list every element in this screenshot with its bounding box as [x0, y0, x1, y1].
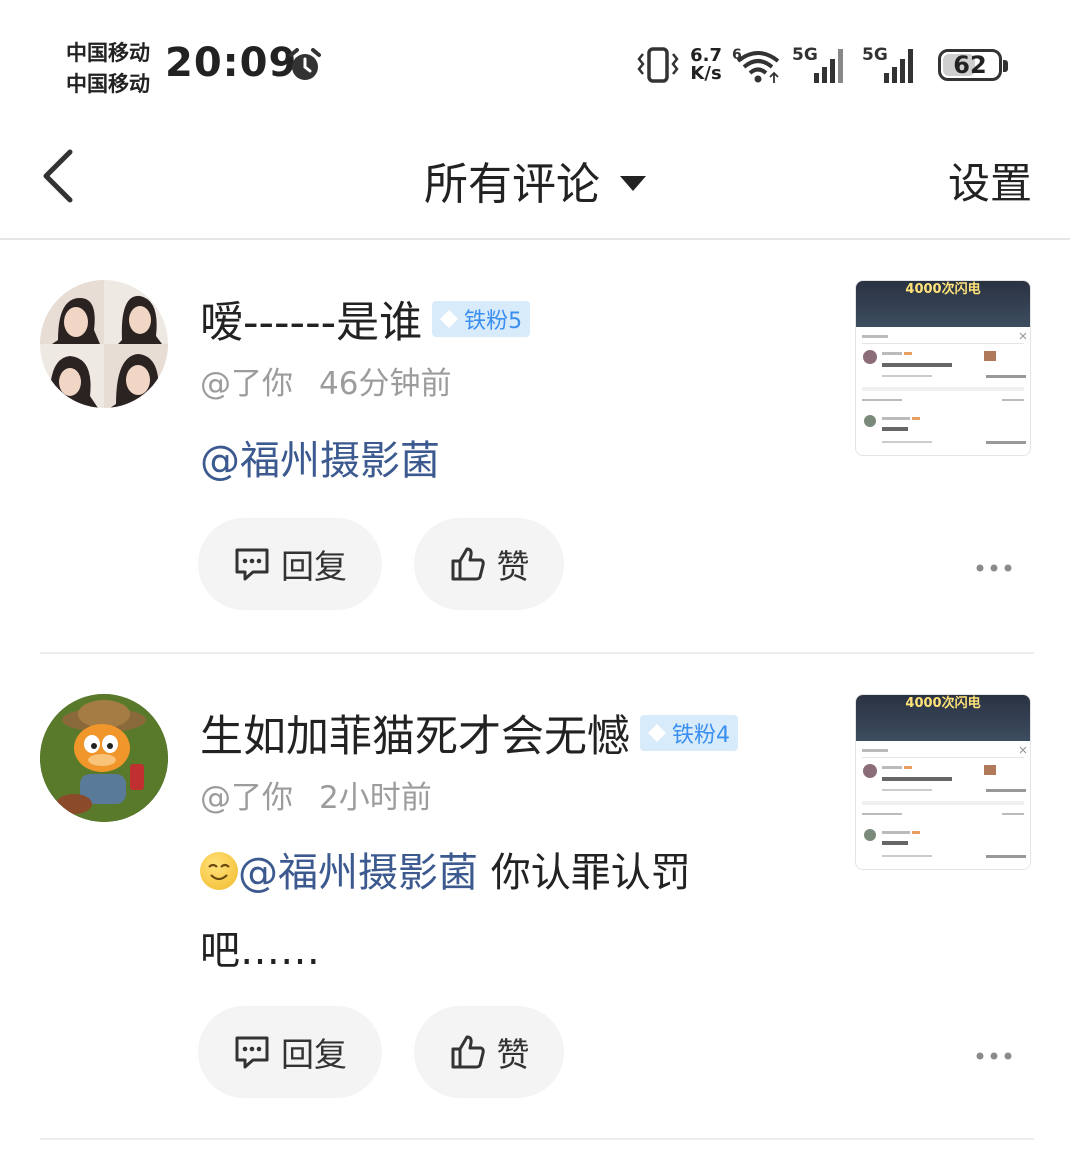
diamond-icon	[440, 310, 459, 328]
status-bar: 中国移动 中国移动 20:09 6.7 K/s 6 5G 5G 62	[0, 0, 1070, 120]
comment-bubble-icon	[235, 1036, 269, 1069]
comment-body: @福州摄影菌 你认罪认罚 吧……	[200, 834, 691, 990]
comment-filter-dropdown[interactable]: 所有评论	[0, 148, 1070, 212]
like-button[interactable]: 赞	[414, 518, 564, 610]
mention-note: @了你	[200, 366, 293, 402]
avatar[interactable]	[40, 280, 168, 408]
comment-item: 生如加菲猫死才会无憾 铁粉4 @了你 2小时前 @福州摄影菌 你认罪认罚 吧…… …	[0, 654, 1070, 1140]
thumbnail-banner: 4000次闪电	[856, 695, 1030, 741]
comment-line-1: @福州摄影菌 你认罪认罚	[200, 834, 691, 912]
thumbnail-banner: 4000次闪电	[856, 281, 1030, 327]
signal-icon	[814, 49, 843, 83]
comment-username[interactable]: 生如加菲猫死才会无憾 铁粉4	[200, 702, 738, 764]
avatar[interactable]	[40, 694, 168, 822]
signal-icon-2: 5G	[862, 45, 922, 85]
fan-badge: 铁粉5	[432, 301, 531, 337]
comment-time: 46分钟前	[319, 366, 452, 402]
net-speed: 6.7 K/s	[690, 47, 722, 83]
thumbs-up-icon	[451, 1035, 485, 1069]
like-label: 赞	[496, 1035, 530, 1074]
reply-button[interactable]: 回复	[198, 518, 382, 610]
page-title: 所有评论	[424, 159, 600, 210]
settings-button[interactable]: 设置	[948, 150, 1032, 211]
thumbnail-caption: 4000次闪电	[905, 696, 981, 711]
smile-emoji-icon	[200, 852, 238, 890]
net-speed-unit: K/s	[690, 63, 722, 84]
fan-badge-label: 铁粉4	[672, 723, 730, 748]
status-icons: 6.7 K/s 6 5G 5G 62	[636, 42, 1008, 88]
fan-badge-label: 铁粉5	[464, 309, 523, 334]
dropdown-caret-icon	[620, 175, 646, 191]
reply-button[interactable]: 回复	[198, 1006, 382, 1098]
diamond-icon	[648, 724, 666, 742]
mention-note: @了你	[200, 780, 293, 816]
vibrate-icon	[637, 47, 679, 83]
reply-label: 回复	[281, 547, 347, 586]
alarm-icon	[289, 48, 321, 80]
mention-link[interactable]: @福州摄影菌	[200, 438, 440, 484]
post-thumbnail[interactable]: 4000次闪电	[855, 280, 1031, 456]
comment-bubble-icon	[235, 548, 269, 581]
like-button[interactable]: 赞	[414, 1006, 564, 1098]
thumbnail-caption: 4000次闪电	[905, 282, 981, 297]
mention-link[interactable]: @福州摄影菌	[238, 850, 478, 896]
reply-label: 回复	[281, 1035, 347, 1074]
thumbnail-preview	[856, 741, 1030, 869]
carrier-labels: 中国移动 中国移动	[66, 38, 150, 100]
comment-text: 你认罪认罚	[478, 850, 691, 896]
signal-icon-1: 5G	[792, 45, 852, 85]
battery-icon: 62	[938, 49, 1008, 81]
username-text: 生如加菲猫死才会无憾	[200, 712, 630, 762]
clock: 20:09	[165, 40, 298, 86]
wifi-icon: 6	[732, 47, 780, 83]
nav-bar: 所有评论 设置	[0, 120, 1070, 240]
signal-icon	[884, 49, 913, 83]
comment-text-continued: 吧……	[200, 928, 320, 974]
comment-item: 嗳------是谁 铁粉5 @了你 46分钟前 @福州摄影菌 回复 赞 4000次…	[0, 240, 1070, 652]
thumbnail-preview	[856, 327, 1030, 455]
comment-meta: @了你 2小时前	[200, 772, 432, 817]
comment-time: 2小时前	[319, 780, 432, 816]
more-dots-icon[interactable]	[976, 1034, 1012, 1069]
comment-body: @福州摄影菌	[200, 422, 440, 500]
like-label: 赞	[496, 547, 530, 586]
carrier-2: 中国移动	[66, 72, 150, 96]
more-dots-icon[interactable]	[976, 546, 1012, 581]
comment-meta: @了你 46分钟前	[200, 358, 451, 403]
comment-username[interactable]: 嗳------是谁 铁粉5	[200, 288, 531, 350]
carrier-1: 中国移动	[66, 41, 150, 65]
battery-level: 62	[953, 51, 987, 79]
thumbs-up-icon	[451, 547, 485, 581]
post-thumbnail[interactable]: 4000次闪电	[855, 694, 1031, 870]
username-text: 嗳------是谁	[200, 298, 423, 348]
fan-badge: 铁粉4	[640, 715, 738, 751]
divider	[40, 1138, 1034, 1140]
